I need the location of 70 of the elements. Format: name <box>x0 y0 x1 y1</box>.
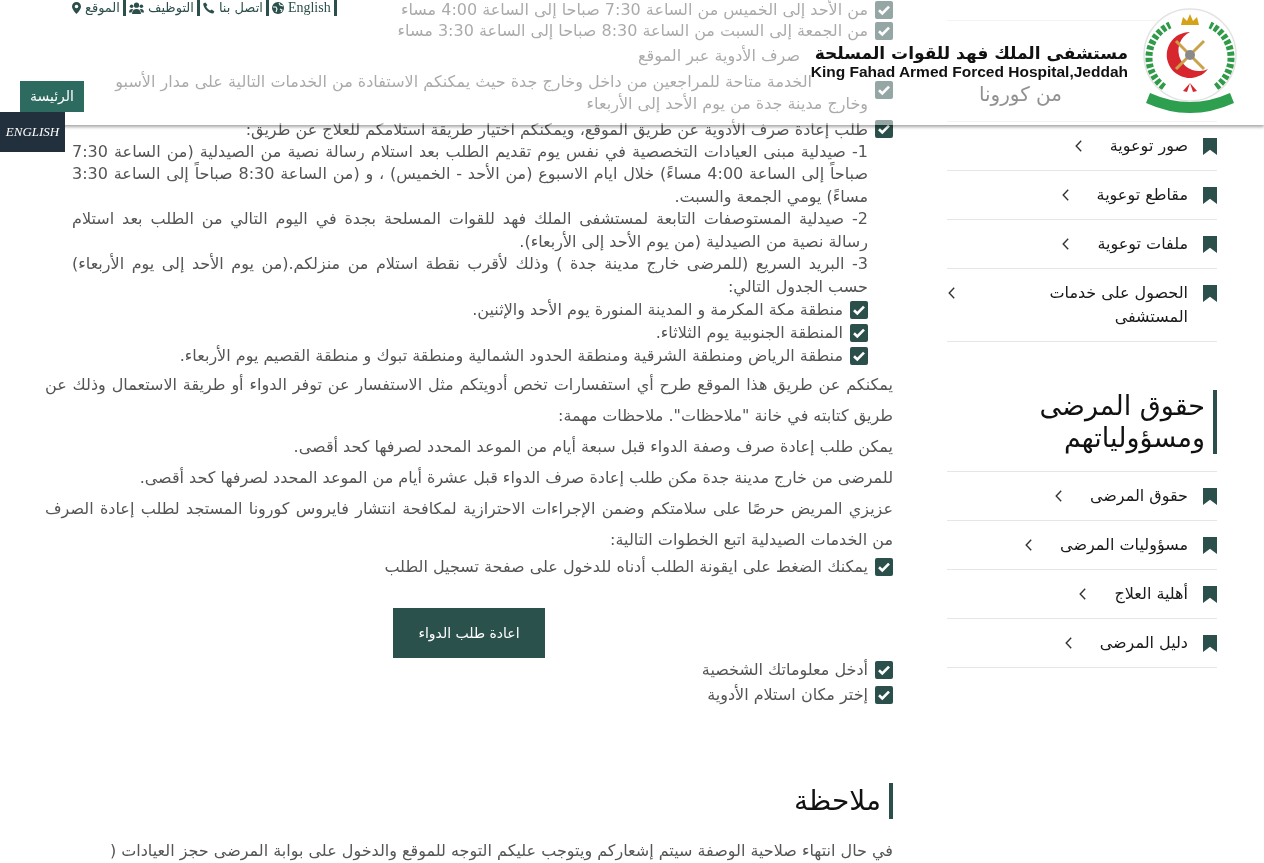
sidebar-link[interactable]: حقوق المرضى <box>947 472 1217 521</box>
chevron-icon <box>1074 140 1082 152</box>
check-icon <box>875 660 893 679</box>
people-icon <box>128 2 144 14</box>
check-icon <box>850 346 868 365</box>
bookmark-icon <box>1203 585 1217 603</box>
paragraph-text: يمكنكم عن طريق هذا الموقع طرح أي استفسارات تخص أدويتكم مثل الاستفسار عن توفر الدواء أو طريقة الاستعمال وذلك عن طريق كتابته في خانة "ملاحظات". ملاحظات مهمة: <box>45 373 893 428</box>
language-tab[interactable]: ENGLISH <box>0 112 65 152</box>
list-text: منطقة مكة المكرمة و المدينة المنورة يوم الأحد والإثنين. <box>472 298 843 321</box>
bookmark-icon <box>1203 487 1217 505</box>
chevron-icon <box>948 287 955 299</box>
top-link[interactable]: الموقع <box>69 0 126 16</box>
phone-icon <box>202 2 215 14</box>
bookmark-icon <box>1203 284 1217 302</box>
paragraph-text: 3- البريد السريع (للمرضى خارج مدينة جدة ) وذلك لأقرب نقطة استلام من منزلكم.(من يوم الأحد إلى يوم الأربعاء) حسب الجدول التالي: <box>72 253 868 298</box>
check-icon <box>875 120 893 138</box>
paragraph-text: الخدمة متاحة للمراجعين من داخل وخارج جدة حيث يمكنكم الاستفادة من الخدمات التالية على مدار الأسبو <box>115 71 812 93</box>
chevron-icon <box>1054 490 1062 502</box>
sidebar-heading: حقوق المرضى ومسؤولياتهم <box>947 390 1217 454</box>
bookmark-icon <box>1203 235 1217 253</box>
list-text: من الأحد إلى الخميس من الساعة 7:30 صباحا إلى الساعة 4:00 مساء <box>400 0 868 19</box>
paragraph-text: صرف الأدوية عبر الموقع <box>638 44 800 67</box>
chevron-icon <box>1061 189 1069 201</box>
list-text: منطقة الرياض ومنطقة الشرقية ومنطقة الحدود الشمالية ومنطقة تبوك و منطقة القصيم يوم الأربعاء. <box>179 344 843 367</box>
paragraph-text: 2- صيدلية المستوصفات التابعة لمستشفى الملك فهد للقوات المسلحة بجدة في اليوم التالي من الطلب بعد استلام رسالة نصية من الصيدلية (من يوم الأحد إلى الأربعاء). <box>72 208 868 253</box>
check-icon <box>875 0 893 19</box>
map-pin-icon <box>72 2 81 14</box>
check-icon <box>875 685 893 704</box>
sidebar-link[interactable]: أهلية العلاج <box>947 570 1217 619</box>
home-button[interactable]: الرئيسة <box>20 81 84 112</box>
paragraph-text: عزيزي المريض حرصًا على سلامتكم وضمن الإجراءات الاحترازية لمكافحة انتشار فايروس كورونا المستجد لطلب إعادة الصرف من الخدمات الصيدلية اتبع الخطوات التالية: <box>45 498 893 552</box>
bookmark-icon <box>1203 634 1217 652</box>
top-link[interactable]: اتصل بنا <box>199 0 269 16</box>
sidebar-link[interactable]: صور توعوية <box>947 122 1217 171</box>
paragraph-text: للمرضى من خارج مدينة جدة مكن طلب إعادة صرف الدواء قبل عشرة أيام من الموعد المحدد لصرفها كحد أقصى. <box>139 466 893 490</box>
chevron-icon <box>1025 539 1033 551</box>
sidebar-link[interactable]: مقاطع توعوية <box>947 171 1217 220</box>
paragraph-text: وخارج مدينة جدة من يوم الأحد إلى الأربعاء <box>586 93 868 116</box>
section-heading: ملاحظة <box>794 783 893 819</box>
list-text: طلب إعادة صرف الأدوية عن طريق الموقع، ويمكنكم اختيار طريقة استلامكم للعلاج عن طريق: <box>245 118 868 141</box>
list-text: أدخل معلوماتك الشخصية <box>701 658 868 681</box>
list-text: المنطقة الجنوبية يوم الثلاثاء. <box>655 322 843 344</box>
paragraph-text: يمكن طلب إعادة صرف وصفة الدواء قبل سبعة أيام من الموعد المحدد لصرفها كحد أقصى. <box>293 435 893 459</box>
sidebar-heading: من كورونا <box>978 82 1062 106</box>
request-button[interactable]: اعادة طلب الدواء <box>393 608 545 658</box>
check-icon <box>850 300 868 319</box>
chevron-icon <box>1064 637 1072 649</box>
paragraph-text: 1- صيدلية مبنى العيادات التخصصية في نفس يوم تقديم الطلب بعد استلام رسالة نصية من الصيدلية (من الساعة 7:30 صباحاً إلى الساعة 4:00 مساءً) خلال ايام الاسبوع (من الأحد - الخميس) ، و (من الساعة 8:30 صباحاً إلى الساعة 3:30 مساءً) يومي الجمعة والسبت. <box>72 140 868 208</box>
chevron-icon <box>1079 588 1087 600</box>
check-icon <box>850 323 868 342</box>
list-text: يمكنك الضغط على ايقونة الطلب أدناه للدخول على صفحة تسجيل الطلب <box>384 555 868 578</box>
sidebar-link[interactable]: ملفات توعوية <box>947 220 1217 269</box>
sidebar-link[interactable]: الحصول على خدمات المستشفى <box>947 269 1217 342</box>
bookmark-icon <box>1203 536 1217 554</box>
paragraph-text: في حال انتهاء صلاحية الوصفة سيتم إشعاركم ويتوجب عليكم التوجه للموقع والدخول على بوابة المرضى حجز العيادات ( <box>109 840 893 863</box>
top-link[interactable]: English <box>268 0 337 16</box>
globe-icon <box>271 2 284 14</box>
sidebar-link[interactable]: دليل المرضى <box>947 619 1217 668</box>
sidebar-link[interactable]: مسؤوليات المرضى <box>947 521 1217 570</box>
list-text: إختر مكان استلام الأدوية <box>707 683 868 706</box>
top-link[interactable]: التوظيف <box>125 0 200 16</box>
check-icon <box>875 81 893 99</box>
bookmark-icon <box>1203 186 1217 204</box>
hospital-name: مستشفى الملك فهد للقوات المسلحة <box>814 42 1128 64</box>
check-icon <box>875 21 893 40</box>
check-icon <box>875 557 893 576</box>
list-text: من الجمعة إلى السبت من الساعة 8:30 صباحا إلى الساعة 3:30 مساء <box>397 20 868 42</box>
chevron-icon <box>1062 238 1070 250</box>
bookmark-icon <box>1203 137 1217 155</box>
hospital-name-english: King Fahad Armed Forced Hospital,Jeddah <box>810 64 1128 80</box>
